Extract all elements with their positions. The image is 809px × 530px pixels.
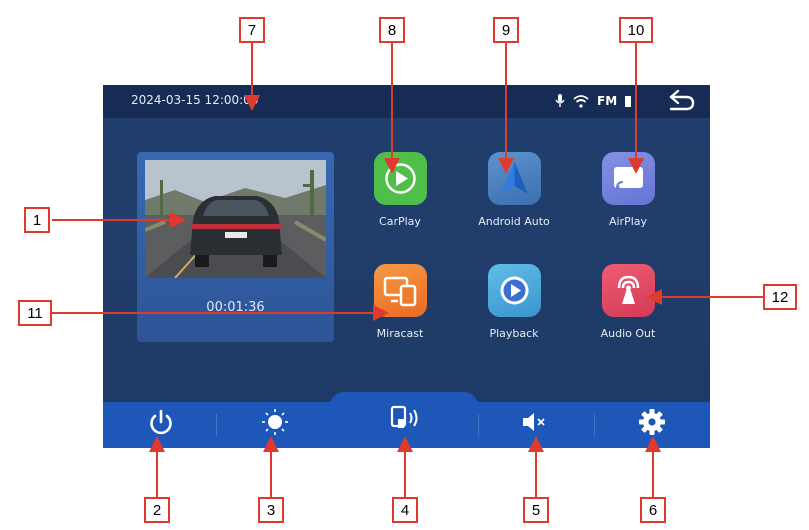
callout-9: 9 [493,17,519,43]
callout-12: 12 [763,284,797,310]
callout-6: 6 [640,497,666,523]
callout-1: 1 [24,207,50,233]
callout-3: 3 [258,497,284,523]
callout-arrows [52,43,763,497]
callout-5: 5 [523,497,549,523]
callout-7: 7 [239,17,265,43]
callout-11: 11 [18,300,52,326]
callout-10: 10 [619,17,653,43]
callout-4: 4 [392,497,418,523]
callout-8: 8 [379,17,405,43]
callout-2: 2 [144,497,170,523]
